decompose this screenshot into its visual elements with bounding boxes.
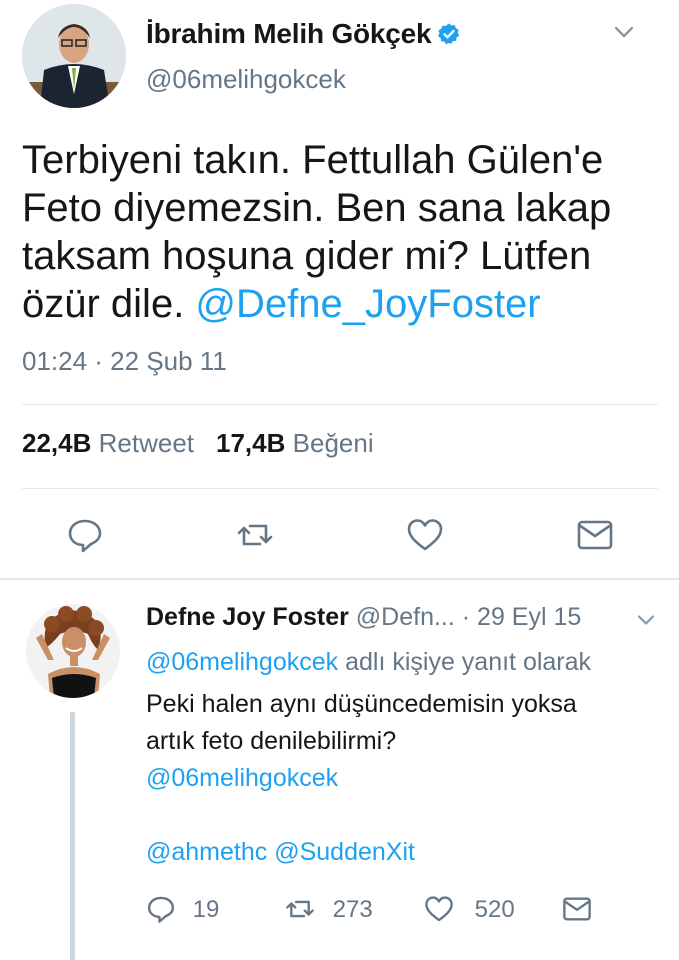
retweet-icon[interactable]	[284, 894, 316, 924]
reply-action-retweet[interactable]: 273	[284, 894, 373, 924]
chevron-down-icon[interactable]	[634, 608, 658, 632]
retweet-count[interactable]: 22,4B	[22, 428, 91, 458]
tweet-text: Terbiyeni takın. Fettullah Gülen'e Feto …	[22, 136, 652, 328]
reply-header: Defne Joy Foster @Defn... · 29 Eyl 15	[146, 603, 581, 632]
tweet-mention-link[interactable]: @Defne_JoyFoster	[195, 282, 540, 326]
author-name[interactable]: İbrahim Melih Gökçek	[146, 18, 432, 49]
divider	[22, 404, 658, 405]
verified-badge-icon	[438, 23, 460, 45]
like-count[interactable]: 17,4B	[216, 428, 285, 458]
divider	[22, 488, 658, 489]
retweet-icon[interactable]	[236, 516, 274, 554]
reply-author-handle[interactable]: @Defn...	[356, 603, 455, 631]
reply-retweet-count: 273	[332, 896, 373, 923]
message-icon[interactable]	[576, 516, 614, 554]
like-icon[interactable]	[406, 516, 444, 554]
reply-text: Peki halen aynı düşüncedemisin yoksa art…	[146, 686, 666, 871]
reply-action-like[interactable]: 520	[424, 894, 515, 924]
reply-mention-link[interactable]: @ahmethc	[146, 838, 267, 866]
reply-author-avatar[interactable]	[26, 604, 120, 698]
replying-to-label: adlı kişiye yanıt olarak	[338, 648, 592, 676]
reply-date[interactable]: · 29 Eyl 15	[462, 603, 582, 631]
reply-action-message[interactable]	[562, 894, 592, 924]
replying-to: @06melihgokcek adlı kişiye yanıt olarak	[146, 648, 591, 677]
reply-action-reply[interactable]: 19	[146, 894, 219, 924]
reply-text-line: artık feto denilebilirmi?	[146, 727, 397, 755]
thread-separator	[0, 578, 679, 580]
engagement-stats: 22,4B Retweet 17,4B Beğeni	[22, 428, 374, 459]
reply-author-name[interactable]: Defne Joy Foster	[146, 603, 349, 631]
reply-icon[interactable]	[66, 516, 104, 554]
reply-text-line: Peki halen aynı düşüncedemisin yoksa	[146, 690, 577, 718]
author-handle[interactable]: @06melihgokcek	[146, 64, 346, 95]
avatar-portrait	[22, 4, 126, 108]
thread-connector-line	[70, 712, 75, 960]
author-name-row[interactable]: İbrahim Melih Gökçek	[146, 18, 461, 50]
chevron-down-icon[interactable]	[610, 18, 638, 46]
reply-count: 19	[192, 896, 220, 923]
reply-icon[interactable]	[146, 894, 176, 924]
message-icon[interactable]	[562, 894, 592, 924]
like-icon[interactable]	[424, 894, 454, 924]
tweet-timestamp[interactable]: 01:24 · 22 Şub 11	[22, 346, 227, 377]
reply-mention-link[interactable]: @SuddenXit	[274, 838, 415, 866]
replying-to-link[interactable]: @06melihgokcek	[146, 648, 338, 676]
reply-mention-link[interactable]: @06melihgokcek	[146, 760, 666, 797]
avatar-portrait	[26, 604, 120, 698]
author-avatar[interactable]	[22, 4, 126, 108]
like-stat-label[interactable]: Beğeni	[293, 428, 374, 458]
reply-like-count: 520	[474, 896, 515, 923]
retweet-stat-label[interactable]: Retweet	[99, 428, 194, 458]
